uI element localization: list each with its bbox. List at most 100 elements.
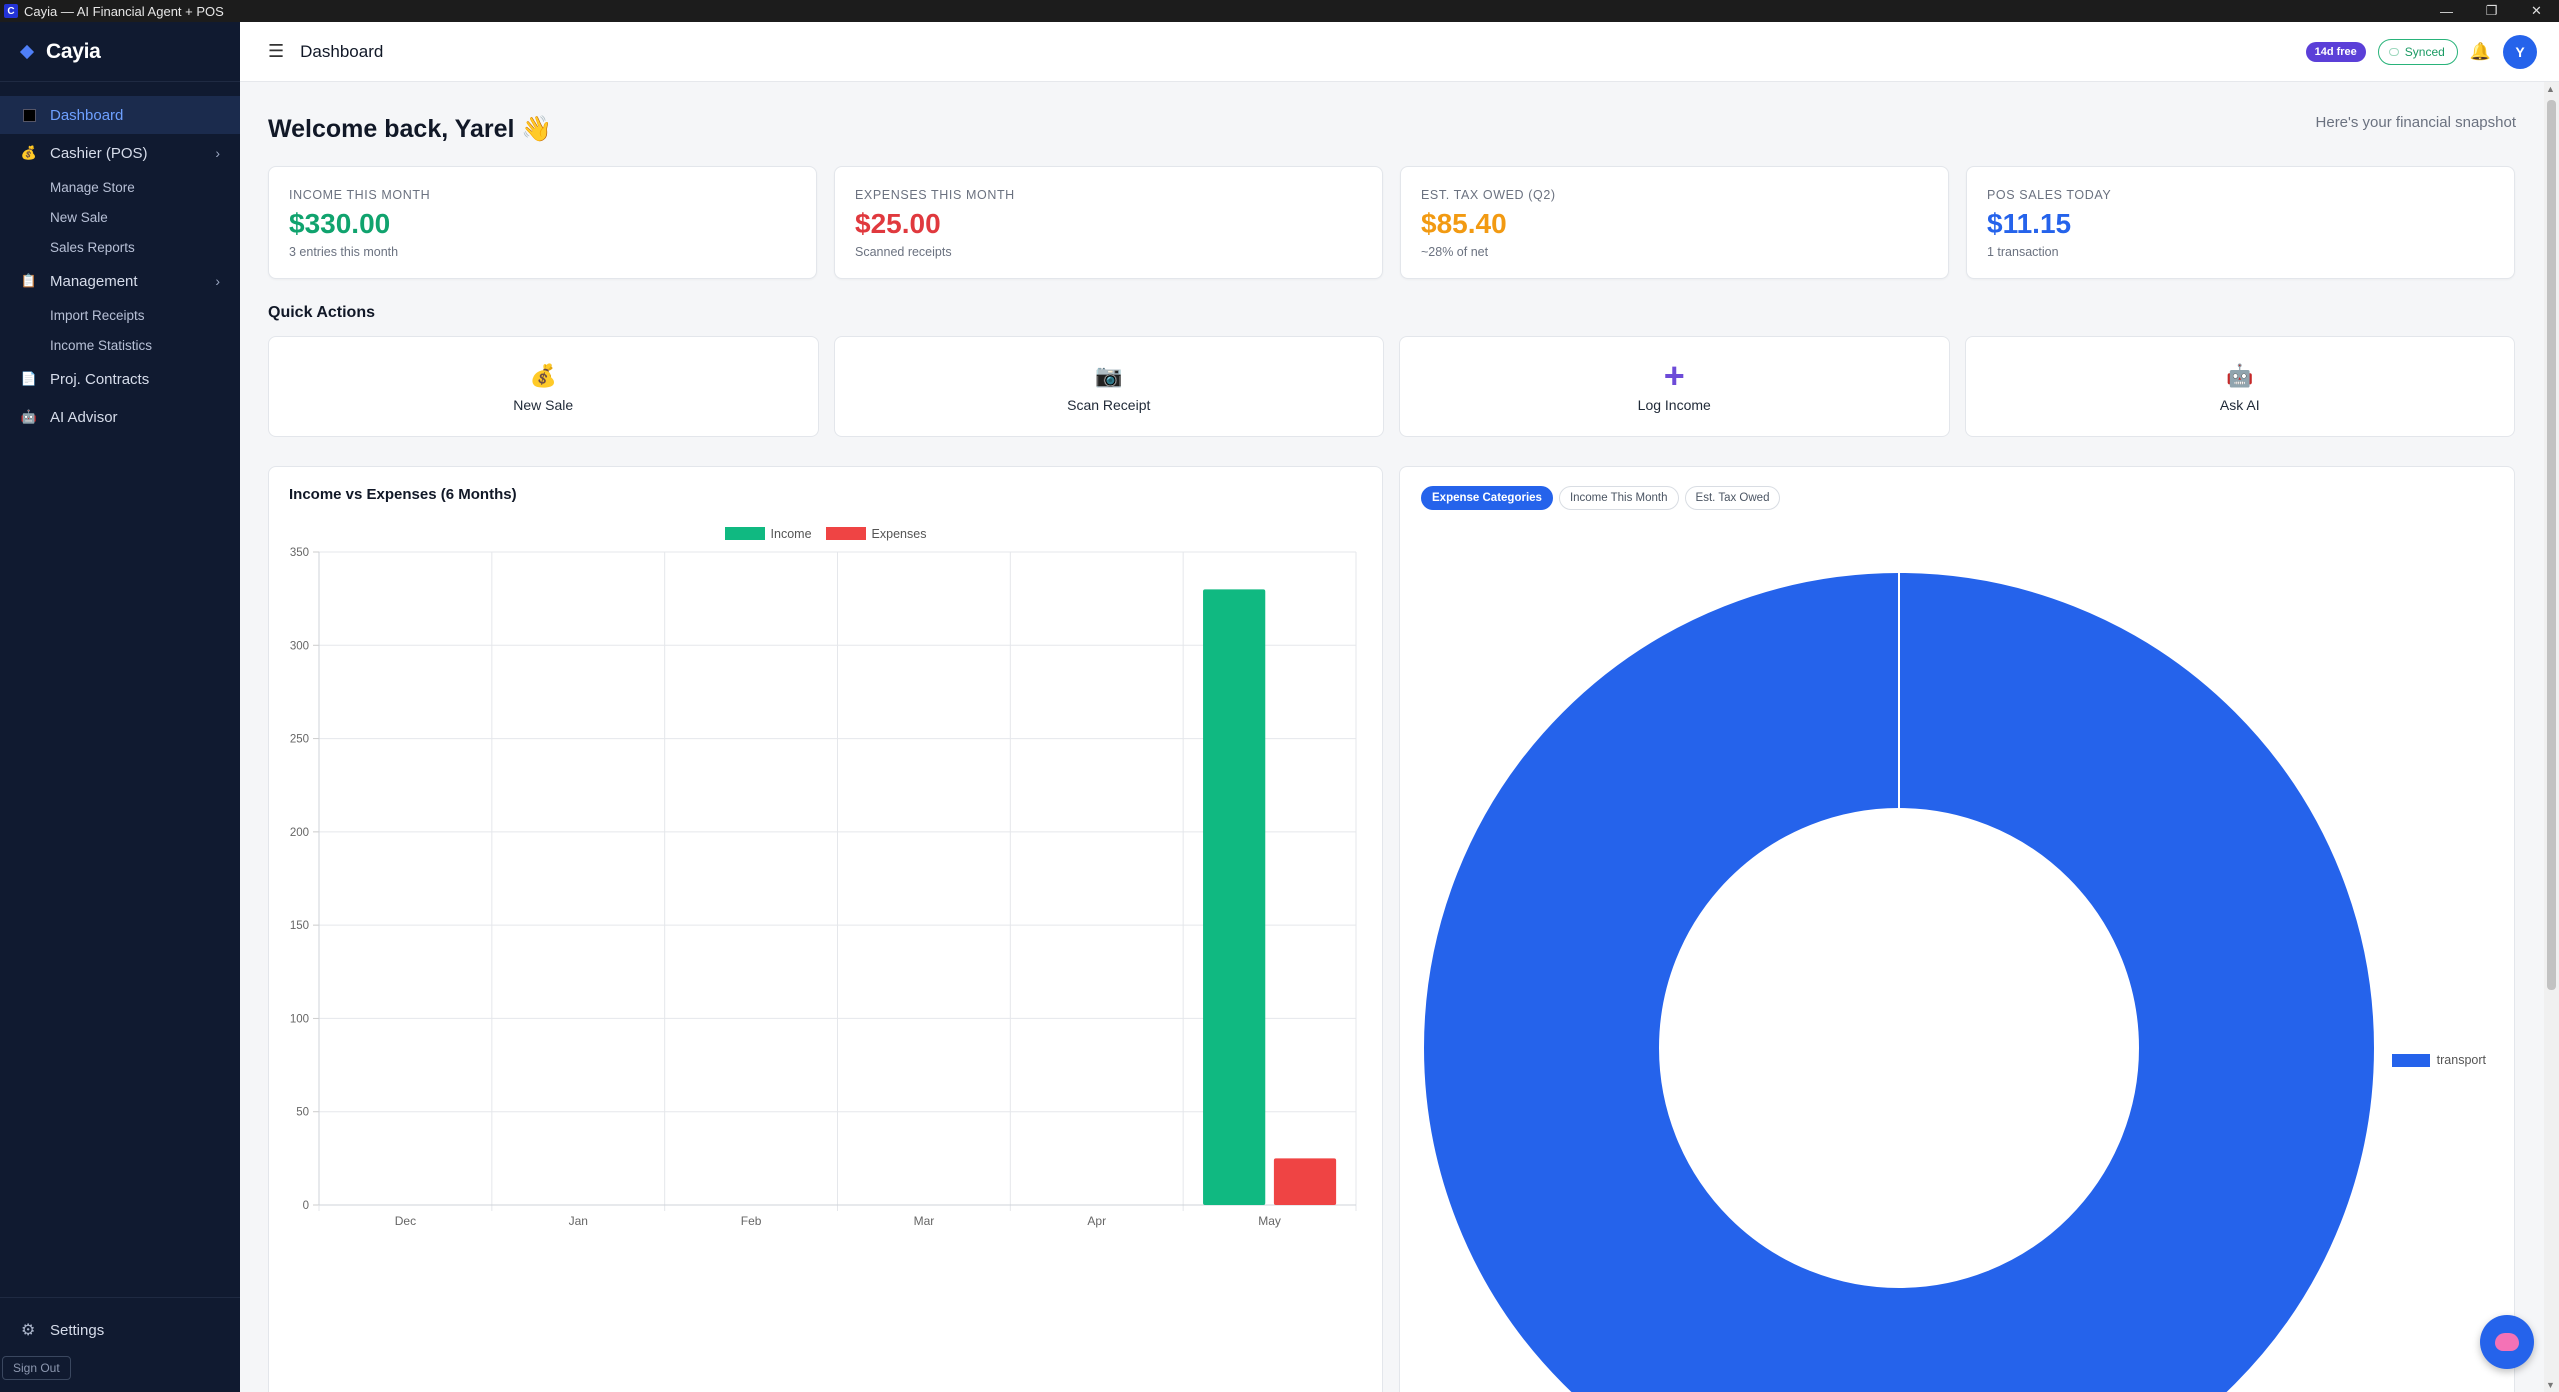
header-actions: 14d free Synced 🔔 Y [2305,22,2537,82]
kpi-value: $330.00 [289,208,391,239]
top-header: ☰ Dashboard 14d free Synced 🔔 Y [240,22,2559,82]
kpi-value: $85.40 [1421,208,1507,239]
sidebar-item-sales-reports[interactable]: Sales Reports [0,232,240,262]
scrollbar-thumb[interactable] [2547,100,2556,990]
income-vs-expenses-card: Income vs Expenses (6 Months) Income Exp… [268,466,1383,1392]
restore-icon[interactable]: ❐ [2469,0,2514,22]
sync-status-label: Synced [2404,45,2445,59]
plus-icon: + [1663,354,1685,396]
y-tick-label: 50 [296,1107,309,1119]
money-bag-icon: 💰 [529,362,557,388]
kpi-value: $25.00 [855,208,941,239]
x-tick-label: Jan [569,1214,588,1228]
scroll-down-icon[interactable]: ▼ [2546,1380,2555,1390]
bell-icon[interactable]: 🔔 [2470,42,2491,62]
hamburger-menu-icon[interactable]: ☰ [268,41,284,62]
minimize-icon[interactable]: — [2424,0,2469,22]
clipboard-icon: 📋 [20,273,38,288]
square-icon [21,107,37,123]
sidebar-item-import-receipts[interactable]: Import Receipts [0,300,240,330]
donut-legend-item[interactable]: transport [2391,1053,2486,1067]
document-icon: 📄 [20,371,38,386]
kpi-card-pos-sales: POS SALES TODAY $11.15 1 transaction [1966,166,2515,279]
page-scrollbar[interactable]: ▲ ▼ [2544,82,2559,1392]
kpi-label: EST. TAX OWED (Q2) [1421,188,1556,202]
kpi-row: INCOME THIS MONTH $330.00 3 entries this… [268,166,2515,279]
kpi-card-tax: EST. TAX OWED (Q2) $85.40 ~28% of net [1400,166,1949,279]
kpi-label: EXPENSES THIS MONTH [855,188,1015,202]
sidebar-item-settings[interactable]: ⚙ Settings [0,1310,240,1350]
y-tick-label: 100 [290,1013,309,1025]
x-tick-label: May [1258,1214,1281,1228]
scan-receipt-button[interactable]: 📷 Scan Receipt [833,336,1384,437]
action-label: Log Income [1637,396,1711,413]
y-tick-label: 150 [290,920,309,932]
y-tick-label: 350 [290,547,309,559]
sign-out-button[interactable]: Sign Out [2,1356,71,1380]
legend-swatch [2391,1053,2430,1067]
app-icon: C [4,4,18,18]
bar-expenses [1273,1158,1337,1205]
sidebar-item-label: Management [50,272,138,290]
sidebar: Cayia Dashboard 💰 Cashier (POS) › Manage… [0,22,240,1392]
scroll-up-icon[interactable]: ▲ [2546,84,2555,94]
x-tick-label: Mar [914,1214,935,1228]
robot-icon: 🤖 [20,409,38,424]
kpi-card-expenses: EXPENSES THIS MONTH $25.00 Scanned recei… [834,166,1383,279]
new-sale-button[interactable]: 💰 New Sale [268,336,819,437]
action-label: New Sale [513,396,574,413]
sidebar-item-manage-store[interactable]: Manage Store [0,172,240,202]
y-tick-label: 0 [303,1200,309,1212]
bar-chart: 0 50 100 150 200 250 300 350 Dec Jan Feb Mar Apr May [290,547,1357,1228]
kpi-label: INCOME THIS MONTH [289,188,431,202]
y-tick-label: 300 [290,640,309,652]
kpi-label: POS SALES TODAY [1987,188,2112,202]
log-income-button[interactable]: + Log Income [1399,336,1950,437]
brand-logo-icon [19,44,35,59]
sidebar-footer: ⚙ Settings Sign Out [0,1297,240,1392]
legend-label: transport [2436,1053,2486,1067]
y-tick-label: 250 [290,734,309,746]
trial-badge[interactable]: 14d free [2305,42,2366,62]
chevron-right-icon: › [215,273,220,289]
sidebar-item-management[interactable]: 📋 Management › [0,262,240,300]
sidebar-item-ai-advisor[interactable]: 🤖 AI Advisor [0,398,240,436]
quick-actions: 💰 New Sale 📷 Scan Receipt + Log Income 🤖… [268,336,2515,437]
kpi-subtext: ~28% of net [1421,245,1489,259]
sidebar-item-income-statistics[interactable]: Income Statistics [0,330,240,360]
sidebar-item-label: AI Advisor [50,408,118,426]
kpi-value: $11.15 [1987,208,2072,239]
sidebar-item-cashier[interactable]: 💰 Cashier (POS) › [0,134,240,172]
sync-status-badge[interactable]: Synced [2377,39,2458,65]
settings-label: Settings [50,1321,105,1339]
sidebar-item-dashboard[interactable]: Dashboard [0,96,240,134]
sidebar-item-new-sale[interactable]: New Sale [0,202,240,232]
action-label: Ask AI [2219,396,2260,413]
snapshot-note: Here's your financial snapshot [2315,114,2516,131]
main-content: Welcome back, Yarel 👋 Here's your financ… [240,82,2540,1392]
kpi-subtext: Scanned receipts [855,245,952,259]
sidebar-item-proj-contracts[interactable]: 📄 Proj. Contracts [0,360,240,398]
gear-icon: ⚙ [21,1322,36,1339]
camera-icon: 📷 [1095,362,1123,388]
ai-chat-button[interactable] [2480,1315,2534,1369]
bar-income [1203,589,1266,1205]
brand-name: Cayia [46,39,101,63]
x-tick-label: Apr [1087,1214,1106,1228]
window-controls: — ❐ ✕ [2424,0,2559,22]
sidebar-nav: Dashboard 💰 Cashier (POS) › Manage Store… [0,82,240,436]
chevron-right-icon: › [215,145,220,161]
brain-icon [2495,1333,2519,1351]
ask-ai-button[interactable]: 🤖 Ask AI [1964,336,2515,437]
window-title: Cayia — AI Financial Agent + POS [24,3,224,19]
x-tick-label: Dec [395,1214,416,1228]
kpi-subtext: 1 transaction [1987,245,2059,259]
close-icon[interactable]: ✕ [2514,0,2559,22]
avatar[interactable]: Y [2503,35,2537,69]
breakdown-card: Expense Categories Income This Month Est… [1399,466,2515,1392]
sidebar-item-label: Cashier (POS) [50,144,148,162]
brand[interactable]: Cayia [0,22,240,82]
y-tick-label: 200 [290,827,309,839]
kpi-card-income: INCOME THIS MONTH $330.00 3 entries this… [268,166,817,279]
quick-actions-title: Quick Actions [268,304,375,321]
